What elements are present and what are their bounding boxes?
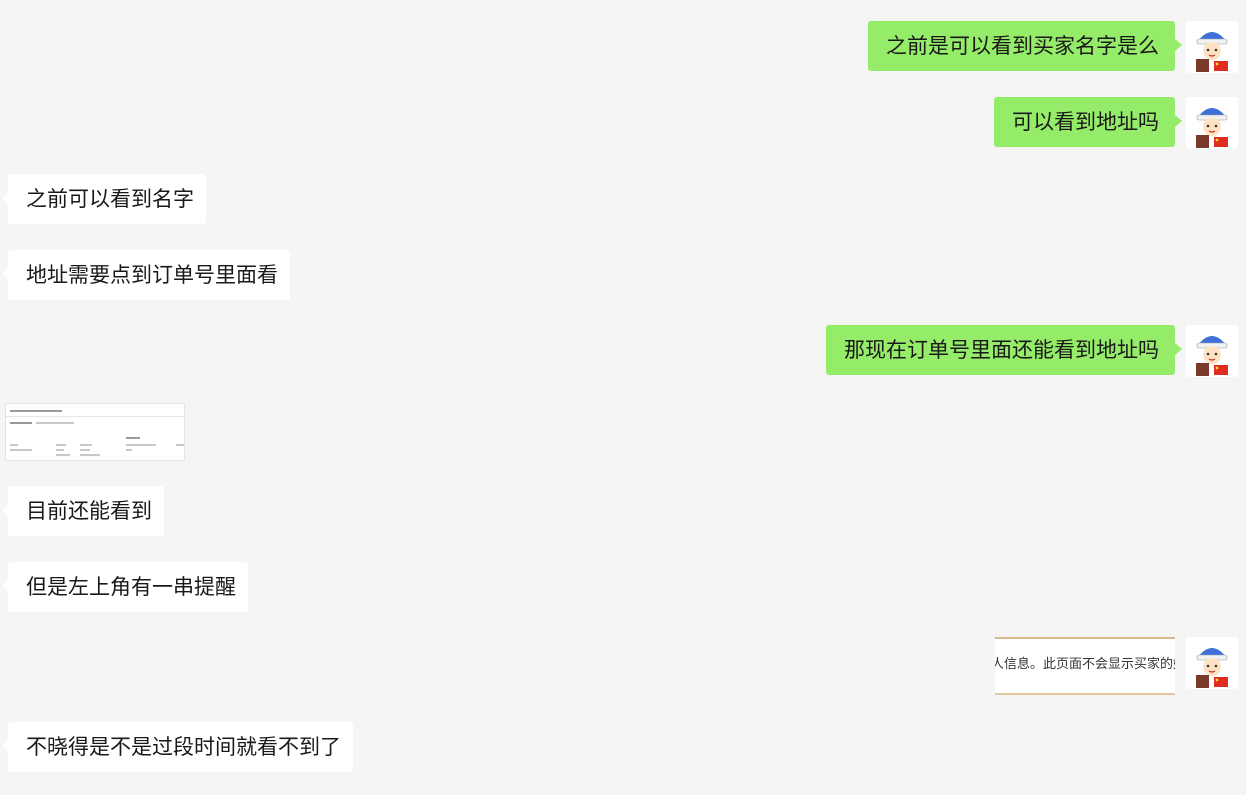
message-text: 那现在订单号里面还能看到地址吗: [844, 338, 1159, 362]
message-row: 那现在订单号里面还能看到地址吗: [0, 325, 1246, 378]
my-avatar[interactable]: [1186, 637, 1238, 689]
message-row: 目前还能看到: [0, 486, 1246, 536]
message-text: 可以看到地址吗: [1012, 110, 1159, 134]
order-page-screenshot-image[interactable]: [5, 403, 185, 461]
message-row: 不晓得是不是过段时间就看不到了: [0, 722, 1246, 772]
message-row: 但是左上角有一串提醒: [0, 562, 1246, 612]
their-message-bubble[interactable]: 不晓得是不是过段时间就看不到了: [2, 722, 353, 772]
message-text: 之前是可以看到买家名字是么: [886, 34, 1159, 58]
message-text: 之前可以看到名字: [26, 187, 194, 211]
message-row: 之前可以看到名字: [0, 174, 1246, 224]
message-row: [0, 403, 1246, 461]
their-message-bubble[interactable]: 目前还能看到: [2, 486, 164, 536]
cartoon-boy-blue-hat-avatar-icon: [1186, 21, 1238, 73]
cartoon-boy-blue-hat-avatar-icon: [1186, 97, 1238, 149]
their-message-bubble[interactable]: 但是左上角有一串提醒: [2, 562, 248, 612]
my-avatar[interactable]: [1186, 97, 1238, 149]
notice-caption: 人信息。此页面不会显示买家的姓名: [995, 657, 1175, 672]
my-message-bubble[interactable]: 之前是可以看到买家名字是么: [868, 21, 1182, 71]
message-row: 地址需要点到订单号里面看: [0, 250, 1246, 300]
cartoon-boy-blue-hat-avatar-icon: [1186, 637, 1238, 689]
message-text: 地址需要点到订单号里面看: [26, 263, 278, 287]
my-message-bubble[interactable]: 那现在订单号里面还能看到地址吗: [826, 325, 1182, 375]
notice-screenshot-image[interactable]: 人信息。此页面不会显示买家的姓名: [995, 637, 1175, 695]
message-text: 不晓得是不是过段时间就看不到了: [26, 735, 341, 759]
message-row: 可以看到地址吗: [0, 97, 1246, 150]
my-avatar[interactable]: [1186, 325, 1238, 377]
their-message-bubble[interactable]: 之前可以看到名字: [2, 174, 206, 224]
their-message-bubble[interactable]: 地址需要点到订单号里面看: [2, 250, 290, 300]
my-message-bubble[interactable]: 可以看到地址吗: [994, 97, 1182, 147]
my-avatar[interactable]: [1186, 21, 1238, 73]
cartoon-boy-blue-hat-avatar-icon: [1186, 325, 1238, 377]
message-row: 之前是可以看到买家名字是么: [0, 21, 1246, 74]
message-text: 但是左上角有一串提醒: [26, 575, 236, 599]
message-row: 人信息。此页面不会显示买家的姓名: [0, 637, 1246, 695]
message-text: 目前还能看到: [26, 499, 152, 523]
